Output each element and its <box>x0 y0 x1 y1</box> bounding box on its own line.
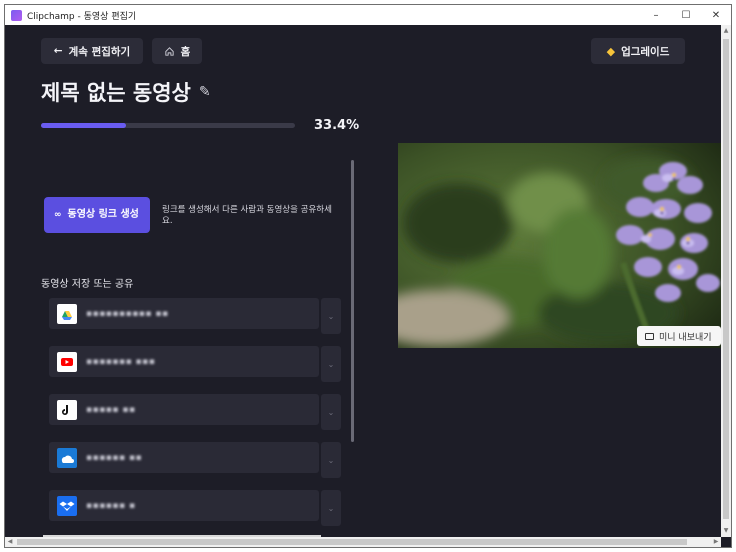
dropbox-icon <box>57 495 77 516</box>
youtube-icon <box>57 351 77 372</box>
continue-editing-label: 계속 편집하기 <box>68 45 131 58</box>
google-drive-icon <box>57 303 77 324</box>
window-title: Clipchamp - 동영상 편집기 <box>27 11 137 22</box>
create-video-link-button[interactable]: ∞ 동영상 링크 생성 <box>44 197 150 233</box>
vertical-scroll-thumb[interactable] <box>723 39 729 519</box>
link-icon: ∞ <box>54 210 62 220</box>
create-link-label: 동영상 링크 생성 <box>67 209 139 220</box>
arrow-left-icon: ← <box>53 45 63 57</box>
share-item-main[interactable]: ▪▪▪▪▪ ▪▪ <box>49 394 319 425</box>
mini-export-label: 미니 내보내기 <box>659 332 712 343</box>
panel-scrollbar[interactable] <box>351 160 354 442</box>
home-icon <box>165 46 174 56</box>
app-window: Clipchamp - 동영상 편집기 – ☐ ✕ ← 계속 편집하기 홈 ◆ … <box>4 4 732 548</box>
export-progress-percent: 33.4% <box>314 118 360 133</box>
tiktok-icon <box>57 399 77 420</box>
horizontal-scroll-thumb[interactable] <box>17 539 687 545</box>
share-item-onedrive[interactable]: ▪▪▪▪▪▪ ▪▪ ⌄ <box>49 442 341 478</box>
share-item-main[interactable]: ▪▪▪▪▪▪ ▪ <box>49 490 319 521</box>
video-preview[interactable] <box>398 143 721 348</box>
chevron-down-icon[interactable]: ⌄ <box>321 394 341 430</box>
scroll-right-arrow-icon[interactable]: ▶ <box>711 537 721 547</box>
chevron-down-icon[interactable]: ⌄ <box>321 298 341 334</box>
share-item-label: ▪▪▪▪▪ ▪▪ <box>86 404 136 415</box>
clipchamp-app-icon <box>11 9 22 21</box>
scroll-up-arrow-icon[interactable]: ▲ <box>721 25 731 37</box>
chevron-down-icon[interactable]: ⌄ <box>321 442 341 478</box>
share-item-label: ▪▪▪▪▪▪ ▪▪ <box>86 452 143 463</box>
scroll-down-arrow-icon[interactable]: ▼ <box>721 525 731 537</box>
share-item-label: ▪▪▪▪▪▪▪▪▪▪ ▪▪ <box>86 308 169 319</box>
link-description: 링크를 생성해서 다른 사람과 동영상을 공유하세요. <box>162 205 332 226</box>
share-item-dropbox[interactable]: ▪▪▪▪▪▪ ▪ ⌄ <box>49 490 341 526</box>
home-label: 홈 <box>180 45 191 58</box>
flower-preview-image <box>398 143 721 348</box>
title-bar: Clipchamp - 동영상 편집기 – ☐ ✕ <box>5 5 731 25</box>
chevron-down-icon[interactable]: ⌄ <box>321 346 341 382</box>
save-or-share-heading: 동영상 저장 또는 공유 <box>41 279 134 290</box>
mini-export-button[interactable]: 미니 내보내기 <box>637 326 721 346</box>
home-button[interactable]: 홈 <box>152 38 202 64</box>
maximize-button[interactable]: ☐ <box>671 5 701 25</box>
onedrive-icon <box>57 447 77 468</box>
window-vertical-scrollbar[interactable]: ▲ ▼ <box>721 25 731 537</box>
export-progress-bar <box>41 123 295 128</box>
share-item-label: ▪▪▪▪▪▪ ▪ <box>86 500 136 511</box>
video-title: 제목 없는 동영상 <box>41 81 191 105</box>
chevron-down-icon[interactable]: ⌄ <box>321 490 341 526</box>
share-item-main[interactable]: ▪▪▪▪▪▪▪▪▪▪ ▪▪ <box>49 298 319 329</box>
page-title: 제목 없는 동영상 ✎ <box>41 77 211 107</box>
share-item-main[interactable]: ▪▪▪▪▪▪▪ ▪▪▪ <box>49 346 319 377</box>
picture-in-picture-icon <box>645 332 654 340</box>
minimize-button[interactable]: – <box>641 5 671 25</box>
upgrade-button[interactable]: ◆ 업그레이드 <box>591 38 685 64</box>
window-controls: – ☐ ✕ <box>641 5 731 25</box>
scroll-left-arrow-icon[interactable]: ◀ <box>5 537 15 547</box>
share-item-main[interactable]: ▪▪▪▪▪▪ ▪▪ <box>49 442 319 473</box>
share-item-youtube[interactable]: ▪▪▪▪▪▪▪ ▪▪▪ ⌄ <box>49 346 341 382</box>
window-horizontal-scrollbar[interactable]: ◀ ▶ <box>5 537 721 547</box>
share-item-tiktok[interactable]: ▪▪▪▪▪ ▪▪ ⌄ <box>49 394 341 430</box>
pencil-icon[interactable]: ✎ <box>199 84 211 100</box>
upgrade-label: 업그레이드 <box>621 45 670 58</box>
close-button[interactable]: ✕ <box>701 5 731 25</box>
share-item-google-drive[interactable]: ▪▪▪▪▪▪▪▪▪▪ ▪▪ ⌄ <box>49 298 341 334</box>
continue-editing-button[interactable]: ← 계속 편집하기 <box>41 38 143 64</box>
export-progress-fill <box>41 123 126 128</box>
diamond-icon: ◆ <box>606 44 616 58</box>
share-item-label: ▪▪▪▪▪▪▪ ▪▪▪ <box>86 356 156 367</box>
